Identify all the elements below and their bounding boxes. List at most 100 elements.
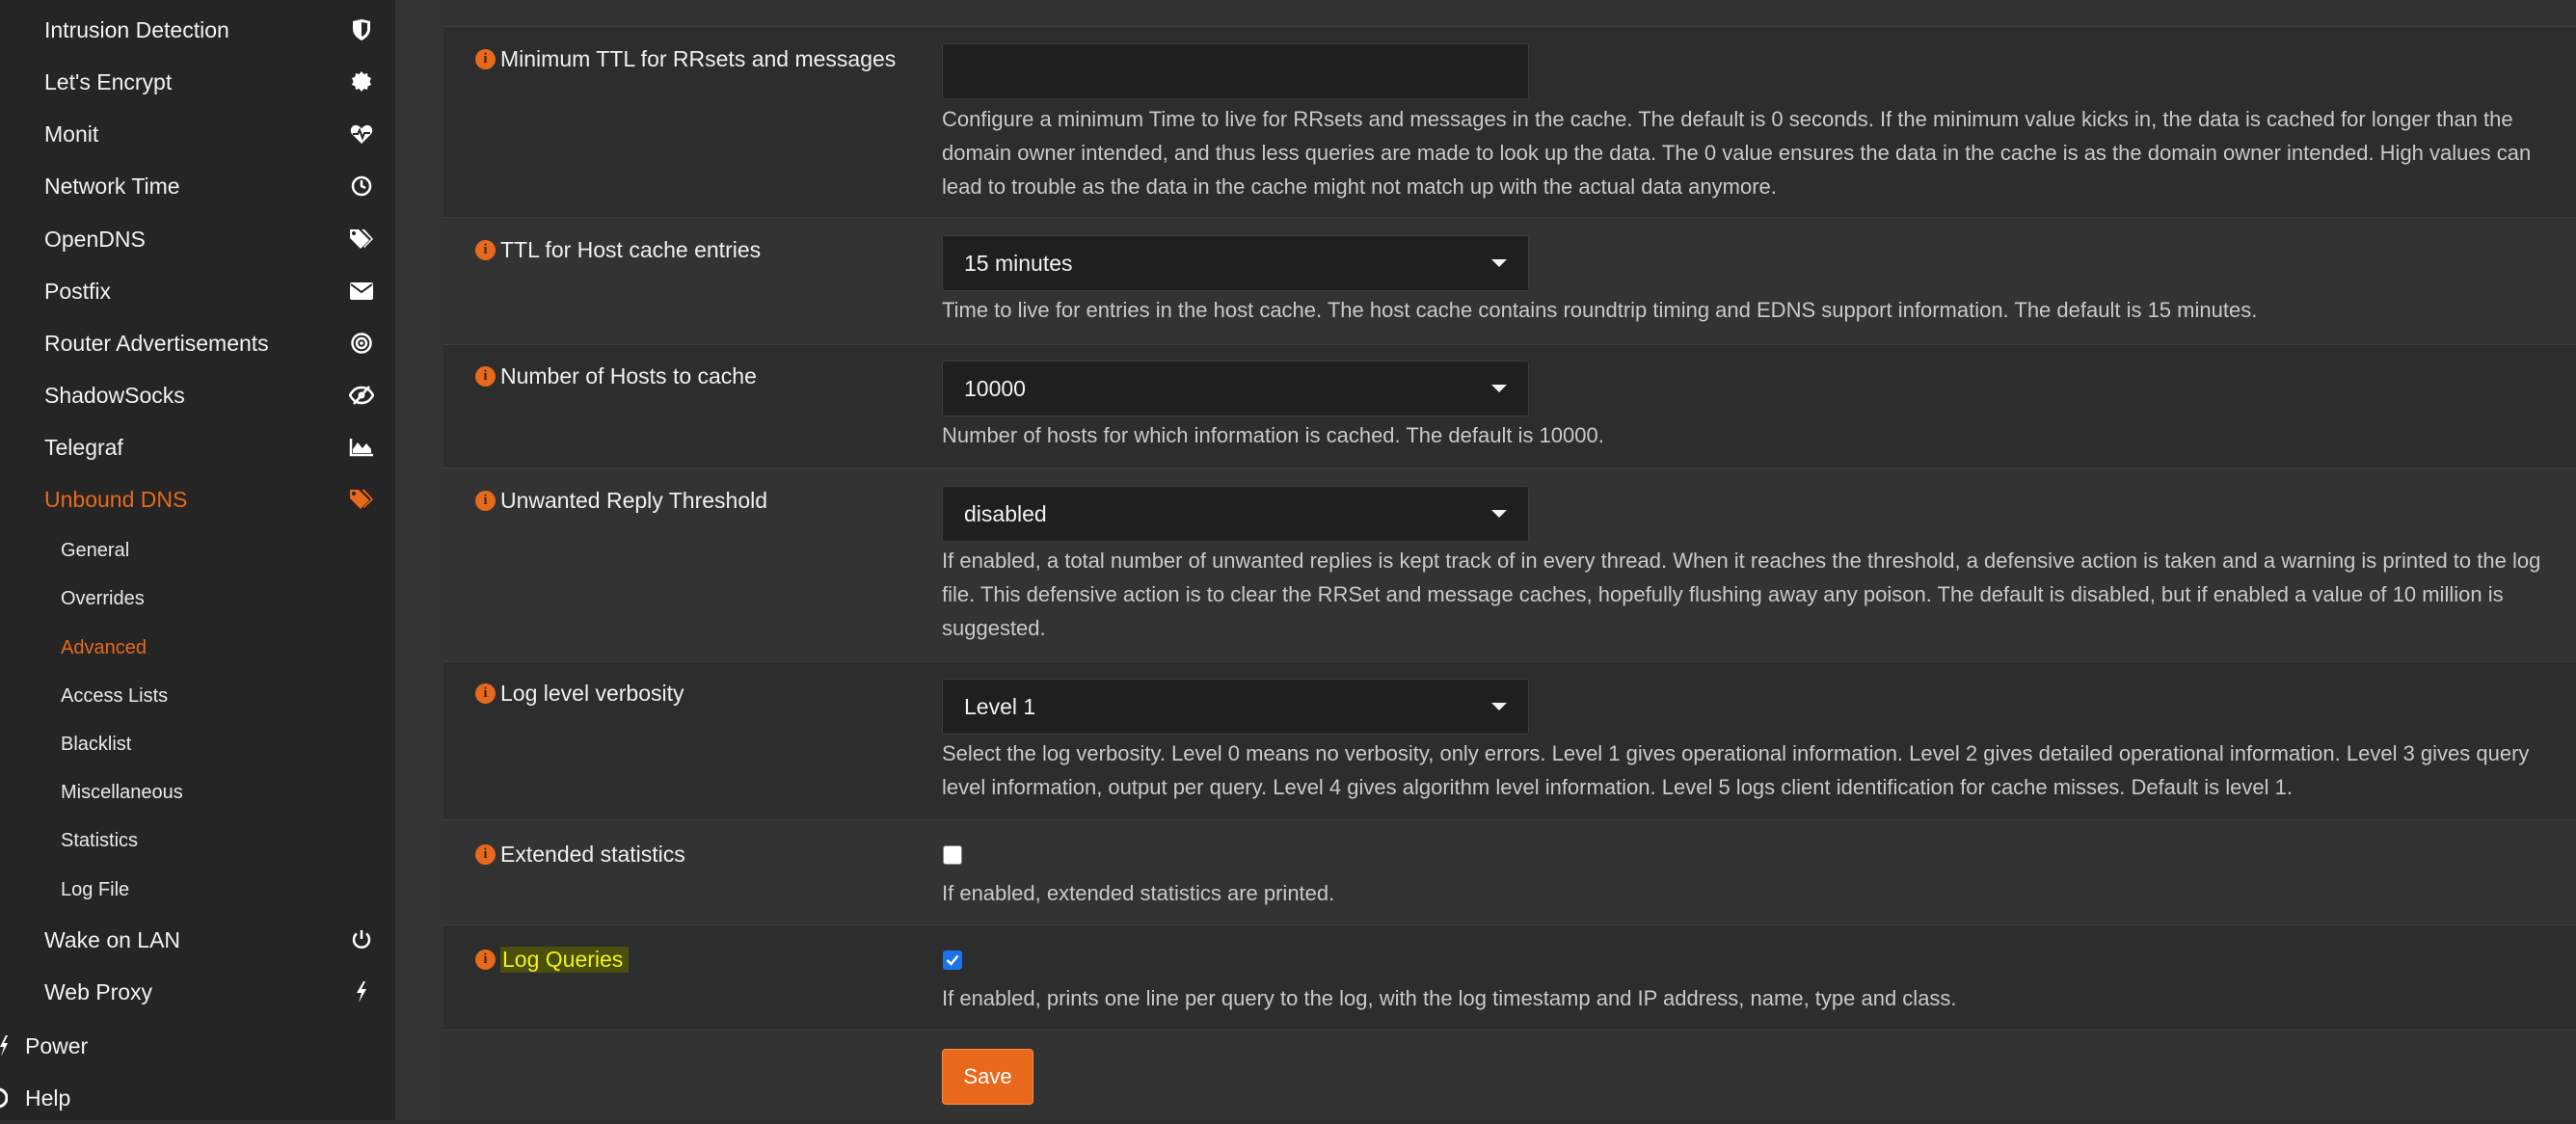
setting-help-text: If enabled, a total number of unwanted r…	[942, 549, 2541, 640]
bullseye-icon	[345, 327, 378, 360]
setting-help-text: Select the log verbosity. Level 0 means …	[942, 741, 2530, 799]
info-icon[interactable]: i	[475, 491, 496, 511]
sidebar-item-label: Web Proxy	[44, 978, 153, 1004]
clock-icon	[345, 170, 378, 202]
host-ttl-select[interactable]: 15 minutes	[942, 235, 1529, 291]
sidebar-item-opendns[interactable]: OpenDNS	[0, 213, 395, 265]
sidebar-item-label: Let's Encrypt	[44, 68, 173, 94]
shield-icon	[345, 13, 378, 46]
info-icon[interactable]: i	[475, 683, 496, 704]
sidebar-item-label: Monit	[44, 120, 99, 147]
subnav-item-log-file[interactable]: Log File	[0, 866, 395, 914]
setting-help-text: If enabled, extended statistics are prin…	[942, 881, 1335, 905]
setting-label-text: Unwanted Reply Threshold	[500, 488, 768, 513]
settings-row-min-ttl: i Minimum TTL for RRsets and messages Co…	[443, 26, 2576, 217]
check-icon	[946, 954, 959, 966]
sidebar-item-label: Network Time	[44, 173, 180, 199]
settings-row-host-ttl: i TTL for Host cache entries 15 minutes …	[443, 217, 2576, 344]
sidebar-item-wake-on-lan[interactable]: Wake on LAN	[0, 914, 395, 966]
setting-help-text: Number of hosts for which information is…	[942, 423, 1604, 447]
select-value: disabled	[964, 500, 1047, 526]
subnav-item-overrides[interactable]: Overrides	[0, 575, 395, 623]
info-icon[interactable]: i	[475, 950, 496, 970]
settings-row-partial	[443, 0, 2576, 26]
setting-label: i Extended statistics	[475, 842, 685, 868]
sidebar-item-router-advertisements[interactable]: Router Advertisements	[0, 317, 395, 369]
sidebar-item-network-time[interactable]: Network Time	[0, 160, 395, 212]
sidebar-item-shadowsocks[interactable]: ShadowSocks	[0, 369, 395, 421]
info-icon[interactable]: i	[475, 844, 496, 865]
subnav-item-advanced[interactable]: Advanced	[0, 624, 395, 672]
select-value: Level 1	[964, 693, 1036, 719]
setting-label-text: Number of Hosts to cache	[500, 363, 757, 388]
sidebar-item-lets-encrypt[interactable]: Let's Encrypt	[0, 56, 395, 108]
nav-item-label: Power	[25, 1032, 89, 1058]
setting-label: i TTL for Host cache entries	[475, 237, 761, 263]
setting-label: i Number of Hosts to cache	[475, 363, 757, 389]
plug-icon	[0, 1035, 23, 1057]
sidebar-item-postfix[interactable]: Postfix	[0, 265, 395, 317]
sidebar-item-label: Telegraf	[44, 434, 123, 460]
subnav-item-miscellaneous[interactable]: Miscellaneous	[0, 768, 395, 816]
unwanted-reply-select[interactable]: disabled	[942, 486, 1529, 542]
info-icon[interactable]: i	[475, 49, 496, 69]
sidebar-item-telegraf[interactable]: Telegraf	[0, 421, 395, 473]
tags-icon	[345, 483, 378, 516]
sidebar-item-monit[interactable]: Monit	[0, 108, 395, 160]
log-verbosity-select[interactable]: Level 1	[942, 679, 1529, 735]
subnav-item-statistics[interactable]: Statistics	[0, 816, 395, 865]
select-value: 10000	[964, 375, 1026, 401]
setting-label-text: Extended statistics	[500, 842, 685, 867]
settings-row-num-hosts: i Number of Hosts to cache 10000 Number …	[443, 344, 2576, 468]
sidebar-item-label: Postfix	[44, 278, 112, 304]
sidebar-item-label: Router Advertisements	[44, 330, 269, 356]
setting-label-text: Log level verbosity	[500, 681, 684, 706]
subnav-item-general[interactable]: General	[0, 526, 395, 575]
help-icon	[0, 1087, 23, 1109]
power-icon	[345, 923, 378, 956]
info-icon[interactable]: i	[475, 366, 496, 387]
setting-help-text: Configure a minimum Time to live for RRs…	[942, 107, 2532, 199]
caret-down-icon	[1491, 259, 1507, 267]
settings-row-log-verbosity: i Log level verbosity Level 1 Select the…	[443, 661, 2576, 819]
save-button[interactable]: Save	[942, 1049, 1033, 1105]
nav-item-help[interactable]: Help	[0, 1072, 395, 1124]
caret-down-icon	[1491, 385, 1507, 392]
sidebar-item-intrusion-detection[interactable]: Intrusion Detection	[0, 4, 395, 56]
subnav-item-blacklist[interactable]: Blacklist	[0, 720, 395, 768]
num-hosts-select[interactable]: 10000	[942, 361, 1529, 416]
setting-help-text: Time to live for entries in the host cac…	[942, 298, 2258, 322]
sidebar: Intrusion Detection Let's Encrypt Monit …	[0, 0, 395, 1120]
info-icon[interactable]: i	[475, 240, 496, 260]
log-queries-checkbox[interactable]	[943, 950, 962, 970]
subnav-item-access-lists[interactable]: Access Lists	[0, 672, 395, 720]
select-value: 15 minutes	[964, 250, 1073, 276]
settings-row-log-queries: i Log Queries If enabled, prints one lin…	[443, 924, 2576, 1030]
setting-help-text: If enabled, prints one line per query to…	[942, 986, 1957, 1010]
envelope-icon	[345, 275, 378, 308]
sidebar-item-web-proxy[interactable]: Web Proxy	[0, 966, 395, 1018]
bolt-icon	[345, 976, 378, 1008]
setting-label: i Minimum TTL for RRsets and messages	[475, 46, 896, 72]
sidebar-item-label: Intrusion Detection	[44, 16, 229, 42]
caret-down-icon	[1491, 703, 1507, 710]
extended-stats-checkbox[interactable]	[943, 845, 962, 865]
certificate-icon	[345, 66, 378, 98]
nav-item-label: Help	[25, 1084, 71, 1111]
setting-label-text: Log Queries	[500, 947, 630, 973]
settings-row-extended-stats: i Extended statistics If enabled, extend…	[443, 819, 2576, 924]
sidebar-scroll-gutter	[395, 0, 443, 1120]
nav-item-power[interactable]: Power	[0, 1020, 395, 1072]
area-chart-icon	[345, 431, 378, 464]
heartbeat-icon	[345, 118, 378, 150]
tags-icon	[345, 223, 378, 255]
sidebar-item-label: ShadowSocks	[44, 382, 185, 408]
setting-label: i Unwanted Reply Threshold	[475, 488, 767, 514]
sidebar-item-unbound-dns[interactable]: Unbound DNS	[0, 473, 395, 525]
sidebar-item-label: Wake on LAN	[44, 926, 181, 952]
setting-label: i Log level verbosity	[475, 681, 684, 707]
setting-label-text: TTL for Host cache entries	[500, 237, 762, 262]
min-ttl-input[interactable]	[942, 43, 1529, 99]
setting-label: i Log Queries	[475, 947, 630, 973]
settings-form: i Minimum TTL for RRsets and messages Co…	[443, 0, 2576, 1120]
